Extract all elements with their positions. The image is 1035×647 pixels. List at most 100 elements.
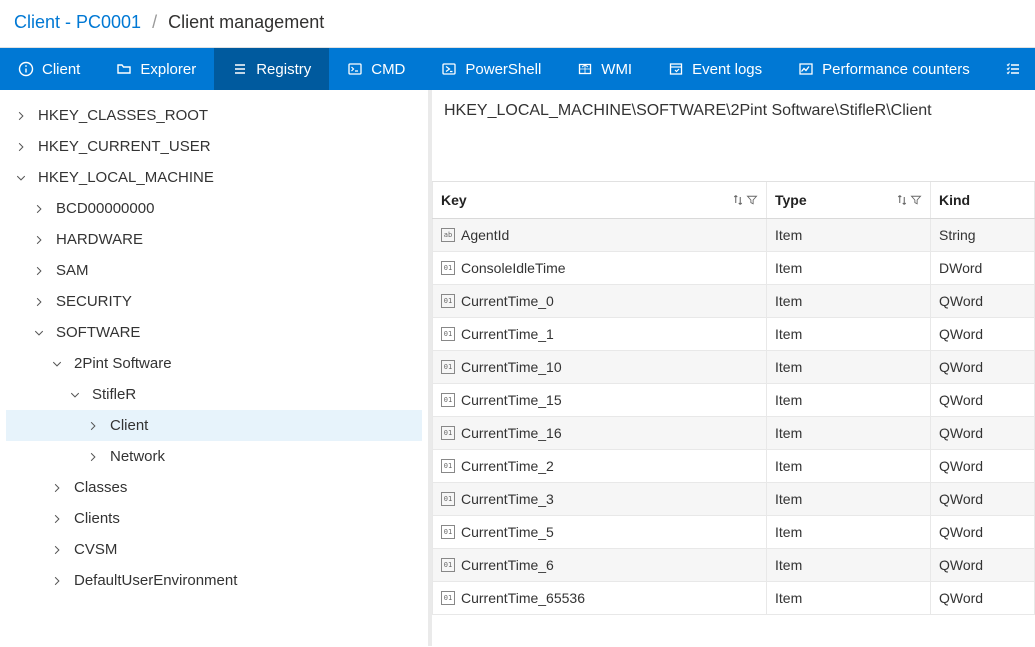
table-row[interactable]: 01CurrentTime_2ItemQWord (433, 450, 1035, 483)
column-header-kind[interactable]: Kind (931, 182, 1035, 219)
cell-kind: QWord (939, 524, 983, 540)
chevron-right-icon[interactable] (86, 421, 100, 431)
event-icon (668, 61, 684, 77)
tab-label: CMD (371, 61, 405, 78)
registry-value-icon: 01 (441, 360, 455, 374)
cell-key: CurrentTime_0 (461, 293, 554, 309)
cell-type: Item (775, 458, 802, 474)
cell-key: CurrentTime_65536 (461, 590, 585, 606)
tree-item[interactable]: BCD00000000 (6, 193, 422, 224)
tab-label: WMI (601, 61, 632, 78)
table-row[interactable]: 01CurrentTime_5ItemQWord (433, 516, 1035, 549)
chevron-down-icon[interactable] (14, 173, 28, 183)
tab-label: PowerShell (465, 61, 541, 78)
tree-item-label: HARDWARE (56, 231, 143, 248)
tree-item-label: StifleR (92, 386, 136, 403)
tree-item-label: 2Pint Software (74, 355, 172, 372)
column-header-type[interactable]: Type (767, 182, 931, 219)
table-row[interactable]: abAgentIdItemString (433, 219, 1035, 252)
tree-item[interactable]: DefaultUserEnvironment (6, 565, 422, 596)
registry-tree: HKEY_CLASSES_ROOT HKEY_CURRENT_USER HKEY_L… (0, 90, 432, 646)
cell-type: Item (775, 326, 802, 342)
tab-client[interactable]: Client (0, 48, 98, 90)
registry-value-icon: 01 (441, 261, 455, 275)
chevron-right-icon[interactable] (50, 483, 64, 493)
tab-registry[interactable]: Registry (214, 48, 329, 90)
table-row[interactable]: 01CurrentTime_16ItemQWord (433, 417, 1035, 450)
cell-type: Item (775, 293, 802, 309)
filter-icon[interactable] (746, 194, 758, 206)
chevron-right-icon[interactable] (86, 452, 100, 462)
tab-eventlogs[interactable]: Event logs (650, 48, 780, 90)
chevron-right-icon[interactable] (32, 297, 46, 307)
cell-key: CurrentTime_3 (461, 491, 554, 507)
tab-label: Performance counters (822, 61, 970, 78)
chevron-right-icon[interactable] (50, 545, 64, 555)
tree-item[interactable]: 2Pint Software (6, 348, 422, 379)
tree-item[interactable]: SECURITY (6, 286, 422, 317)
tree-item[interactable]: Network (6, 441, 422, 472)
chevron-down-icon[interactable] (50, 359, 64, 369)
registry-value-icon: 01 (441, 459, 455, 473)
tree-item-label: SOFTWARE (56, 324, 140, 341)
tab-wmi[interactable]: WMI (559, 48, 650, 90)
registry-grid: Key Type (432, 182, 1035, 646)
table-row[interactable]: 01CurrentTime_3ItemQWord (433, 483, 1035, 516)
chevron-down-icon[interactable] (32, 328, 46, 338)
tree-item[interactable]: Clients (6, 503, 422, 534)
cell-type: Item (775, 392, 802, 408)
tree-item[interactable]: CVSM (6, 534, 422, 565)
table-row[interactable]: 01CurrentTime_10ItemQWord (433, 351, 1035, 384)
table-row[interactable]: 01CurrentTime_65536ItemQWord (433, 582, 1035, 615)
table-row[interactable]: 01CurrentTime_0ItemQWord (433, 285, 1035, 318)
tree-item-label: HKEY_CURRENT_USER (38, 138, 211, 155)
chevron-right-icon[interactable] (32, 204, 46, 214)
breadcrumb-client-link[interactable]: Client - PC0001 (14, 12, 141, 32)
tree-item[interactable]: Classes (6, 472, 422, 503)
tab-perf[interactable]: Performance counters (780, 48, 988, 90)
sort-icon[interactable] (732, 194, 744, 206)
chevron-right-icon[interactable] (32, 235, 46, 245)
table-row[interactable]: 01CurrentTime_6ItemQWord (433, 549, 1035, 582)
cell-type: Item (775, 359, 802, 375)
chevron-down-icon[interactable] (68, 390, 82, 400)
registry-value-icon: 01 (441, 426, 455, 440)
cell-type: Item (775, 425, 802, 441)
tab-cmd[interactable]: CMD (329, 48, 423, 90)
tree-item[interactable]: HKEY_LOCAL_MACHINE (6, 162, 422, 193)
cell-key: CurrentTime_15 (461, 392, 562, 408)
tab-label: Registry (256, 61, 311, 78)
registry-value-icon: 01 (441, 327, 455, 341)
tasklist-icon (1005, 61, 1021, 77)
chevron-right-icon[interactable] (50, 576, 64, 586)
table-row[interactable]: 01CurrentTime_15ItemQWord (433, 384, 1035, 417)
cell-key: CurrentTime_16 (461, 425, 562, 441)
chevron-right-icon[interactable] (14, 142, 28, 152)
tab-explorer[interactable]: Explorer (98, 48, 214, 90)
cell-key: CurrentTime_6 (461, 557, 554, 573)
folder-icon (116, 61, 132, 77)
table-row[interactable]: 01ConsoleIdleTimeItemDWord (433, 252, 1035, 285)
cell-key: CurrentTime_5 (461, 524, 554, 540)
cell-key: CurrentTime_10 (461, 359, 562, 375)
chevron-right-icon[interactable] (32, 266, 46, 276)
filter-icon[interactable] (910, 194, 922, 206)
tab-powershell[interactable]: PowerShell (423, 48, 559, 90)
tree-item[interactable]: SAM (6, 255, 422, 286)
tree-item[interactable]: HKEY_CURRENT_USER (6, 131, 422, 162)
tree-item[interactable]: HKEY_CLASSES_ROOT (6, 100, 422, 131)
tree-item-label: SECURITY (56, 293, 132, 310)
tree-item[interactable]: SOFTWARE (6, 317, 422, 348)
sort-icon[interactable] (896, 194, 908, 206)
chevron-right-icon[interactable] (14, 111, 28, 121)
tasklist-button[interactable] (991, 48, 1035, 90)
registry-value-icon: 01 (441, 525, 455, 539)
chevron-right-icon[interactable] (50, 514, 64, 524)
column-header-key[interactable]: Key (433, 182, 767, 219)
cell-kind: QWord (939, 458, 983, 474)
tree-item[interactable]: Client (6, 410, 422, 441)
cell-type: Item (775, 491, 802, 507)
table-row[interactable]: 01CurrentTime_1ItemQWord (433, 318, 1035, 351)
tree-item[interactable]: StifleR (6, 379, 422, 410)
tree-item[interactable]: HARDWARE (6, 224, 422, 255)
